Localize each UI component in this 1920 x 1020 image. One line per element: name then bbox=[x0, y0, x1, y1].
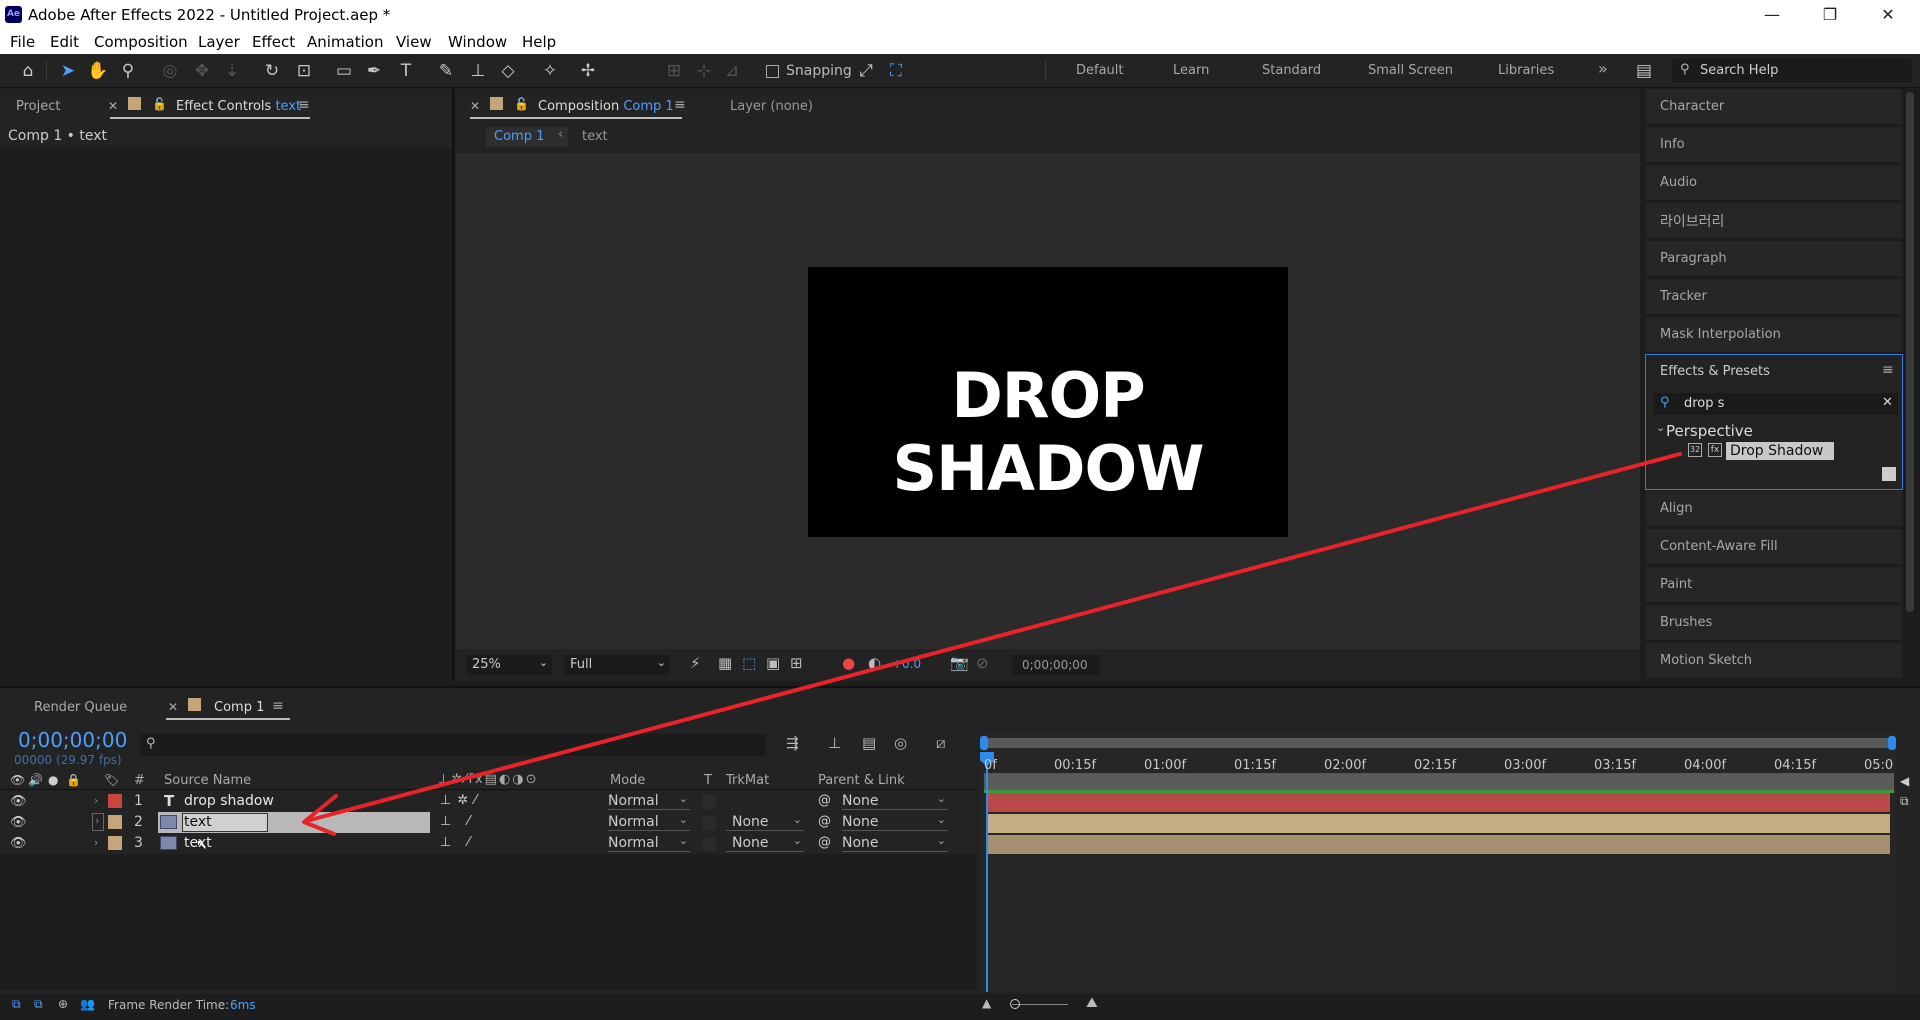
annotation-arrow bbox=[302, 452, 1682, 836]
annotation-arrow-line bbox=[308, 452, 1682, 822]
